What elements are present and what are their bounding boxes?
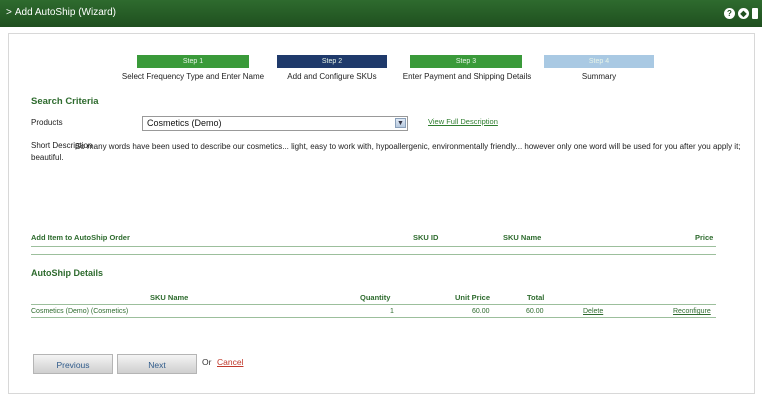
divider [31, 246, 716, 247]
step-4-label: Summary [581, 72, 617, 81]
settings-icon[interactable]: ◆ [738, 8, 749, 19]
divider [31, 304, 716, 305]
step-2-tab: Step 2 [277, 55, 387, 68]
products-select[interactable]: Cosmetics (Demo) ▼ [142, 116, 408, 131]
chevron-down-icon[interactable]: ▼ [395, 118, 406, 128]
row-reconfigure-link[interactable]: Reconfigure [673, 308, 711, 315]
row-total: 60.00 [526, 308, 544, 315]
divider [31, 317, 716, 318]
row-quantity: 1 [390, 308, 394, 315]
details-total-header: Total [527, 293, 545, 302]
products-label: Products [31, 118, 63, 127]
titlebar-icons: ? ◆ [724, 8, 758, 19]
window-title-text: Add AutoShip (Wizard) [14, 7, 117, 18]
step-3-label: Enter Payment and Shipping Details [402, 72, 532, 81]
help-icon[interactable]: ? [724, 8, 735, 19]
step-1-tab: Step 1 [137, 55, 249, 68]
price-header: Price [695, 233, 714, 242]
products-select-value: Cosmetics (Demo) [147, 118, 222, 128]
details-sku-name-header: SKU Name [150, 293, 189, 302]
previous-button[interactable]: Previous [33, 354, 113, 374]
details-quantity-header: Quantity [360, 293, 391, 302]
details-unit-price-header: Unit Price [455, 293, 491, 302]
row-sku-name: Cosmetics (Demo) (Cosmetics) [31, 308, 129, 315]
window-title: > Add AutoShip (Wizard) [6, 7, 116, 18]
wizard-panel: Step 1 Select Frequency Type and Enter N… [8, 33, 755, 394]
step-2-label: Add and Configure SKUs [287, 72, 377, 81]
step-1-label: Select Frequency Type and Enter Name [121, 72, 265, 81]
window-titlebar: > Add AutoShip (Wizard) ? ◆ [0, 0, 762, 27]
step-4-tab: Step 4 [544, 55, 654, 68]
chevron-right-icon: > [6, 7, 12, 18]
autoship-details-title: AutoShip Details [31, 268, 104, 278]
or-text: Or [202, 357, 212, 367]
minimize-icon[interactable] [752, 8, 758, 19]
cancel-link[interactable]: Cancel [217, 357, 243, 367]
short-description-text: So many words have been used to describe… [31, 142, 741, 162]
view-full-description-link[interactable]: View Full Description [428, 117, 498, 126]
divider [31, 254, 716, 255]
row-delete-link[interactable]: Delete [583, 308, 603, 315]
next-button[interactable]: Next [117, 354, 197, 374]
sku-id-header: SKU ID [413, 233, 439, 242]
step-3-tab: Step 3 [410, 55, 522, 68]
search-criteria-title: Search Criteria [31, 96, 99, 107]
sku-name-header: SKU Name [503, 233, 542, 242]
add-item-header: Add Item to AutoShip Order [31, 233, 130, 242]
row-unit-price: 60.00 [472, 308, 490, 315]
